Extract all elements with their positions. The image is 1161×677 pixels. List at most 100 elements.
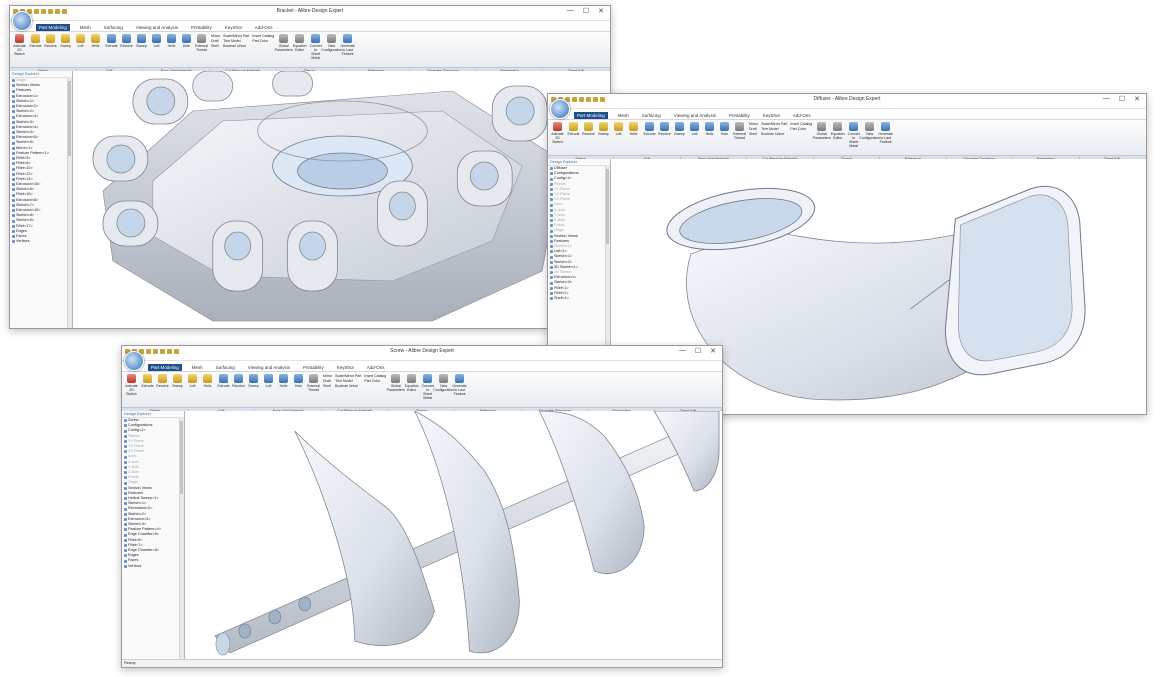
maximize-button[interactable]: ☐ — [1119, 95, 1125, 103]
draft-button[interactable]: Draft — [211, 39, 220, 43]
shell-button[interactable]: Shell — [211, 44, 220, 48]
tab-viewing[interactable]: Viewing and Analysis — [245, 364, 293, 371]
convert-sheet-metal-button[interactable]: Convert to Sheet Metal — [309, 34, 322, 67]
generate-last-feature-button[interactable]: Generate to Last Feature — [340, 34, 355, 67]
shell-button[interactable]: Shell — [323, 384, 332, 388]
draft-button[interactable]: Draft — [749, 127, 758, 131]
tab-add-ons[interactable]: Add-Ons — [364, 364, 388, 371]
hole-button[interactable]: Hole — [180, 34, 193, 48]
tab-mesh[interactable]: Mesh — [189, 364, 206, 371]
revolve-button[interactable]: Revolve — [156, 374, 169, 388]
global-parameters-button[interactable]: Global Parameters — [387, 374, 405, 407]
cut-loft-button[interactable]: Loft — [262, 374, 275, 388]
cut-helix-button[interactable]: Helix — [703, 122, 716, 136]
generate-last-feature-button[interactable]: Generate to Last Feature — [878, 122, 893, 155]
trim-model-button[interactable]: Trim Model — [223, 39, 249, 43]
tab-add-ons[interactable]: Add-Ons — [790, 112, 814, 119]
cut-revolve-button[interactable]: Revolve — [658, 122, 671, 136]
cut-extrude-button[interactable]: Extrude — [105, 34, 118, 48]
insert-catalog-button[interactable]: Insert Catalog — [252, 34, 274, 38]
viewport-3d[interactable] — [73, 71, 610, 328]
insert-catalog-button[interactable]: Insert Catalog — [364, 374, 386, 378]
tree-item[interactable]: Vertices — [12, 239, 72, 244]
equation-editor-button[interactable]: Equation Editor — [293, 34, 307, 67]
extrude-button[interactable]: Extrude — [29, 34, 42, 48]
cut-extrude-button[interactable]: Extrude — [217, 374, 230, 388]
equation-editor-button[interactable]: Equation Editor — [831, 122, 845, 155]
revolve-button[interactable]: Revolve — [582, 122, 595, 136]
viewport-3d[interactable] — [185, 411, 722, 659]
close-button[interactable]: ✕ — [1134, 95, 1140, 103]
sweep-button[interactable]: Sweep — [597, 122, 610, 136]
scale-mirror-part-button[interactable]: Scale/Mirror Part — [761, 122, 787, 126]
scale-mirror-part-button[interactable]: Scale/Mirror Part — [223, 34, 249, 38]
hole-button[interactable]: Hole — [292, 374, 305, 388]
insert-catalog-button[interactable]: Insert Catalog — [790, 122, 812, 126]
minimize-button[interactable]: — — [1103, 95, 1110, 103]
part-color-button[interactable]: Part Color — [252, 39, 274, 43]
loft-button[interactable]: Loft — [186, 374, 199, 388]
explorer-scrollbar[interactable] — [67, 77, 72, 328]
tree-item[interactable]: Vertices — [124, 564, 184, 569]
tab-keyshot[interactable]: KeyShot — [760, 112, 783, 119]
trim-model-button[interactable]: Trim Model — [335, 379, 361, 383]
tab-mesh[interactable]: Mesh — [615, 112, 632, 119]
close-button[interactable]: ✕ — [710, 347, 716, 355]
activate-sketch-button[interactable]: Activate 2D Sketch — [13, 34, 26, 67]
tab-viewing[interactable]: Viewing and Analysis — [671, 112, 719, 119]
mirror-button[interactable]: Mirror — [323, 374, 332, 378]
convert-sheet-metal-button[interactable]: Convert to Sheet Metal — [847, 122, 860, 155]
boolean-union-button[interactable]: Boolean Union — [335, 384, 361, 388]
cut-extrude-button[interactable]: Extrude — [643, 122, 656, 136]
draft-button[interactable]: Draft — [323, 379, 332, 383]
cut-sweep-button[interactable]: Sweep — [135, 34, 148, 48]
trim-model-button[interactable]: Trim Model — [761, 127, 787, 131]
part-color-button[interactable]: Part Color — [790, 127, 812, 131]
minimize-button[interactable]: — — [679, 347, 686, 355]
tab-keyshot[interactable]: KeyShot — [334, 364, 357, 371]
mirror-button[interactable]: Mirror — [749, 122, 758, 126]
tab-mesh[interactable]: Mesh — [77, 24, 94, 31]
tab-part-modeling[interactable]: Part Modeling — [148, 364, 182, 371]
tab-part-modeling[interactable]: Part Modeling — [36, 24, 70, 31]
cut-loft-button[interactable]: Loft — [150, 34, 163, 48]
external-thread-button[interactable]: External Thread — [307, 374, 320, 392]
cut-helix-button[interactable]: Helix — [277, 374, 290, 388]
convert-sheet-metal-button[interactable]: Convert to Sheet Metal — [421, 374, 434, 407]
new-configuration-button[interactable]: New Configuration — [321, 34, 342, 67]
extrude-button[interactable]: Extrude — [567, 122, 580, 136]
scale-mirror-part-button[interactable]: Scale/Mirror Part — [335, 374, 361, 378]
sweep-button[interactable]: Sweep — [171, 374, 184, 388]
activate-sketch-button[interactable]: Activate 2D Sketch — [551, 122, 564, 155]
boolean-union-button[interactable]: Boolean Union — [761, 132, 787, 136]
tab-keyshot[interactable]: KeyShot — [222, 24, 245, 31]
mirror-button[interactable]: Mirror — [211, 34, 220, 38]
cut-sweep-button[interactable]: Sweep — [673, 122, 686, 136]
helix-button[interactable]: Helix — [201, 374, 214, 388]
explorer-scrollbar[interactable] — [179, 417, 184, 659]
equation-editor-button[interactable]: Equation Editor — [405, 374, 419, 407]
generate-last-feature-button[interactable]: Generate to Last Feature — [452, 374, 467, 407]
cut-helix-button[interactable]: Helix — [165, 34, 178, 48]
activate-sketch-button[interactable]: Activate 2D Sketch — [125, 374, 138, 407]
hole-button[interactable]: Hole — [718, 122, 731, 136]
tab-printability[interactable]: Printability — [188, 24, 215, 31]
app-logo-icon[interactable] — [12, 11, 32, 31]
tab-printability[interactable]: Printability — [300, 364, 327, 371]
tab-part-modeling[interactable]: Part Modeling — [574, 112, 608, 119]
boolean-union-button[interactable]: Boolean Union — [223, 44, 249, 48]
tree-item[interactable]: Shell<1> — [550, 296, 610, 301]
loft-button[interactable]: Loft — [74, 34, 87, 48]
new-configuration-button[interactable]: New Configuration — [433, 374, 454, 407]
tab-viewing[interactable]: Viewing and Analysis — [133, 24, 181, 31]
tab-surfacing[interactable]: Surfacing — [213, 364, 238, 371]
helix-button[interactable]: Helix — [627, 122, 640, 136]
tab-printability[interactable]: Printability — [726, 112, 753, 119]
close-button[interactable]: ✕ — [598, 7, 604, 15]
revolve-button[interactable]: Revolve — [44, 34, 57, 48]
app-logo-icon[interactable] — [550, 99, 570, 119]
maximize-button[interactable]: ☐ — [695, 347, 701, 355]
cut-sweep-button[interactable]: Sweep — [247, 374, 260, 388]
cut-revolve-button[interactable]: Revolve — [232, 374, 245, 388]
maximize-button[interactable]: ☐ — [583, 7, 589, 15]
